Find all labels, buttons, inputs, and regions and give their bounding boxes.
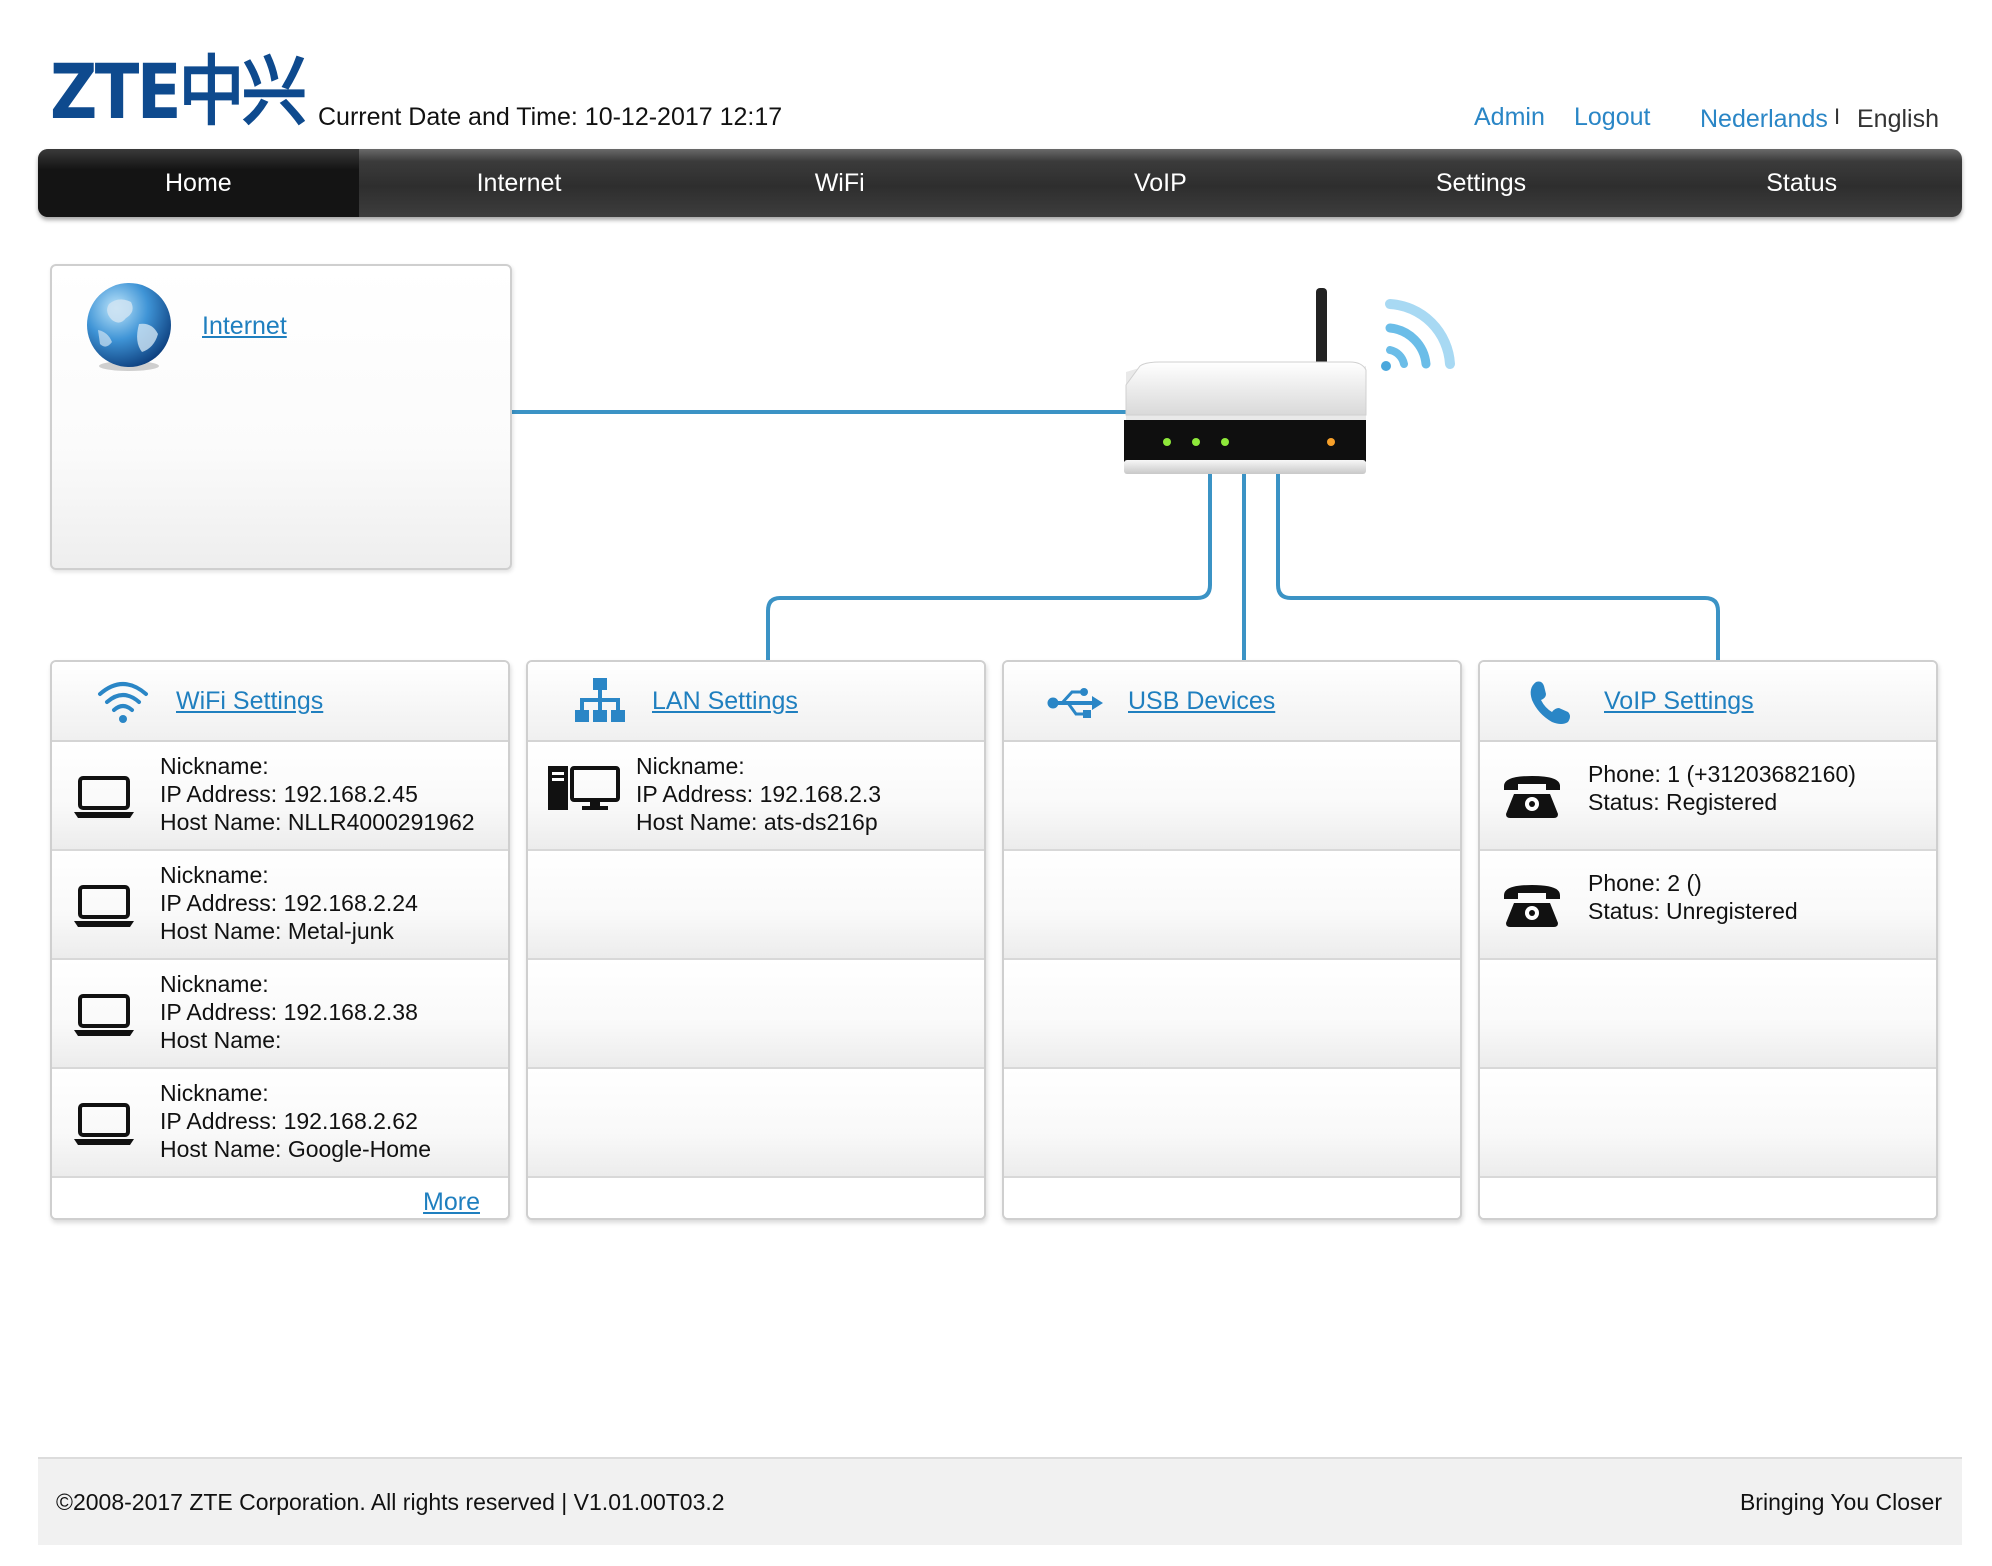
voip-panel: VoIP Settings Phone: 1 (+31203682160) St… bbox=[1478, 660, 1938, 1220]
device-ip: IP Address: 192.168.2.45 bbox=[160, 781, 418, 807]
wifi-panel-footer: More bbox=[52, 1178, 508, 1218]
device-host: Host Name: NLLR4000291962 bbox=[160, 809, 475, 835]
device-host: Host Name: Google-Home bbox=[160, 1136, 431, 1162]
device-ip: IP Address: 192.168.2.3 bbox=[636, 781, 882, 807]
router-icon bbox=[1124, 288, 1367, 474]
lan-panel-header: LAN Settings bbox=[528, 662, 984, 742]
lan-panel-footer bbox=[528, 1178, 984, 1218]
usb-panel-header: USB Devices bbox=[1004, 662, 1460, 742]
phone-row: Phone: 2 () Status: Unregistered bbox=[1480, 851, 1936, 960]
desktop-computer-icon bbox=[548, 766, 620, 810]
device-host: Host Name: bbox=[160, 1027, 282, 1053]
more-link[interactable]: More bbox=[423, 1188, 480, 1217]
empty-row bbox=[1004, 1069, 1460, 1178]
wifi-device-row: Nickname: IP Address: 192.168.2.62 Host … bbox=[52, 1069, 508, 1178]
internet-card: Internet bbox=[50, 264, 512, 570]
phone-status: Status: Registered bbox=[1588, 789, 1778, 815]
wifi-device-row: Nickname: IP Address: 192.168.2.38 Host … bbox=[52, 960, 508, 1069]
internet-link[interactable]: Internet bbox=[202, 312, 287, 341]
wifi-device-row: Nickname: IP Address: 192.168.2.24 Host … bbox=[52, 851, 508, 960]
lan-panel: LAN Settings Nickname: IP Address: 192.1… bbox=[526, 660, 986, 1220]
laptop-icon bbox=[74, 885, 134, 927]
device-ip: IP Address: 192.168.2.62 bbox=[160, 1108, 418, 1134]
usb-icon bbox=[1047, 688, 1103, 718]
slogan-text: Bringing You Closer bbox=[1739, 1489, 1942, 1515]
voip-panel-footer bbox=[1480, 1178, 1936, 1218]
device-host: Host Name: Metal-junk bbox=[160, 918, 394, 944]
device-ip: IP Address: 192.168.2.38 bbox=[160, 999, 418, 1025]
empty-row bbox=[1004, 742, 1460, 851]
lan-network-icon bbox=[575, 678, 625, 722]
voip-settings-link[interactable]: VoIP Settings bbox=[1604, 687, 1754, 716]
device-nickname: Nickname: bbox=[160, 971, 269, 997]
laptop-icon bbox=[74, 994, 134, 1036]
device-host: Host Name: ats-ds216p bbox=[636, 809, 878, 835]
telephone-icon bbox=[1504, 776, 1560, 818]
wifi-broadcast-icon bbox=[1381, 299, 1455, 371]
device-nickname: Nickname: bbox=[160, 862, 269, 888]
device-nickname: Nickname: bbox=[160, 1080, 269, 1106]
telephone-icon bbox=[1504, 885, 1560, 927]
empty-row bbox=[528, 960, 984, 1069]
empty-row bbox=[1480, 960, 1936, 1069]
device-ip: IP Address: 192.168.2.24 bbox=[160, 890, 418, 916]
wifi-panel-header: WiFi Settings bbox=[52, 662, 508, 742]
voip-connection-line bbox=[1276, 470, 1720, 660]
usb-panel-footer bbox=[1004, 1178, 1460, 1218]
empty-row bbox=[1004, 851, 1460, 960]
wifi-settings-link[interactable]: WiFi Settings bbox=[176, 687, 323, 716]
copyright-text: ©2008-2017 ZTE Corporation. All rights r… bbox=[56, 1489, 725, 1515]
usb-devices-link[interactable]: USB Devices bbox=[1128, 687, 1275, 716]
laptop-icon bbox=[74, 776, 134, 818]
wifi-panel: WiFi Settings Nickname: IP Address: 192.… bbox=[50, 660, 510, 1220]
empty-row bbox=[528, 1069, 984, 1178]
phone-number: Phone: 1 (+31203682160) bbox=[1588, 761, 1856, 787]
lan-device-row: Nickname: IP Address: 192.168.2.3 Host N… bbox=[528, 742, 984, 851]
empty-row bbox=[1004, 960, 1460, 1069]
usb-panel: USB Devices bbox=[1002, 660, 1462, 1220]
device-nickname: Nickname: bbox=[636, 753, 745, 779]
phone-status: Status: Unregistered bbox=[1588, 898, 1798, 924]
phone-row: Phone: 1 (+31203682160) Status: Register… bbox=[1480, 742, 1936, 851]
empty-row bbox=[528, 851, 984, 960]
wifi-icon bbox=[98, 682, 148, 723]
globe-icon bbox=[87, 283, 171, 371]
phone-handset-icon bbox=[1530, 681, 1570, 724]
page-footer: ©2008-2017 ZTE Corporation. All rights r… bbox=[38, 1457, 1962, 1545]
empty-row bbox=[1480, 1069, 1936, 1178]
phone-number: Phone: 2 () bbox=[1588, 870, 1702, 896]
voip-panel-header: VoIP Settings bbox=[1480, 662, 1936, 742]
laptop-icon bbox=[74, 1103, 134, 1145]
lan-settings-link[interactable]: LAN Settings bbox=[652, 687, 798, 716]
device-nickname: Nickname: bbox=[160, 753, 269, 779]
lan-connection-line bbox=[766, 470, 1212, 660]
wifi-device-row: Nickname: IP Address: 192.168.2.45 Host … bbox=[52, 742, 508, 851]
